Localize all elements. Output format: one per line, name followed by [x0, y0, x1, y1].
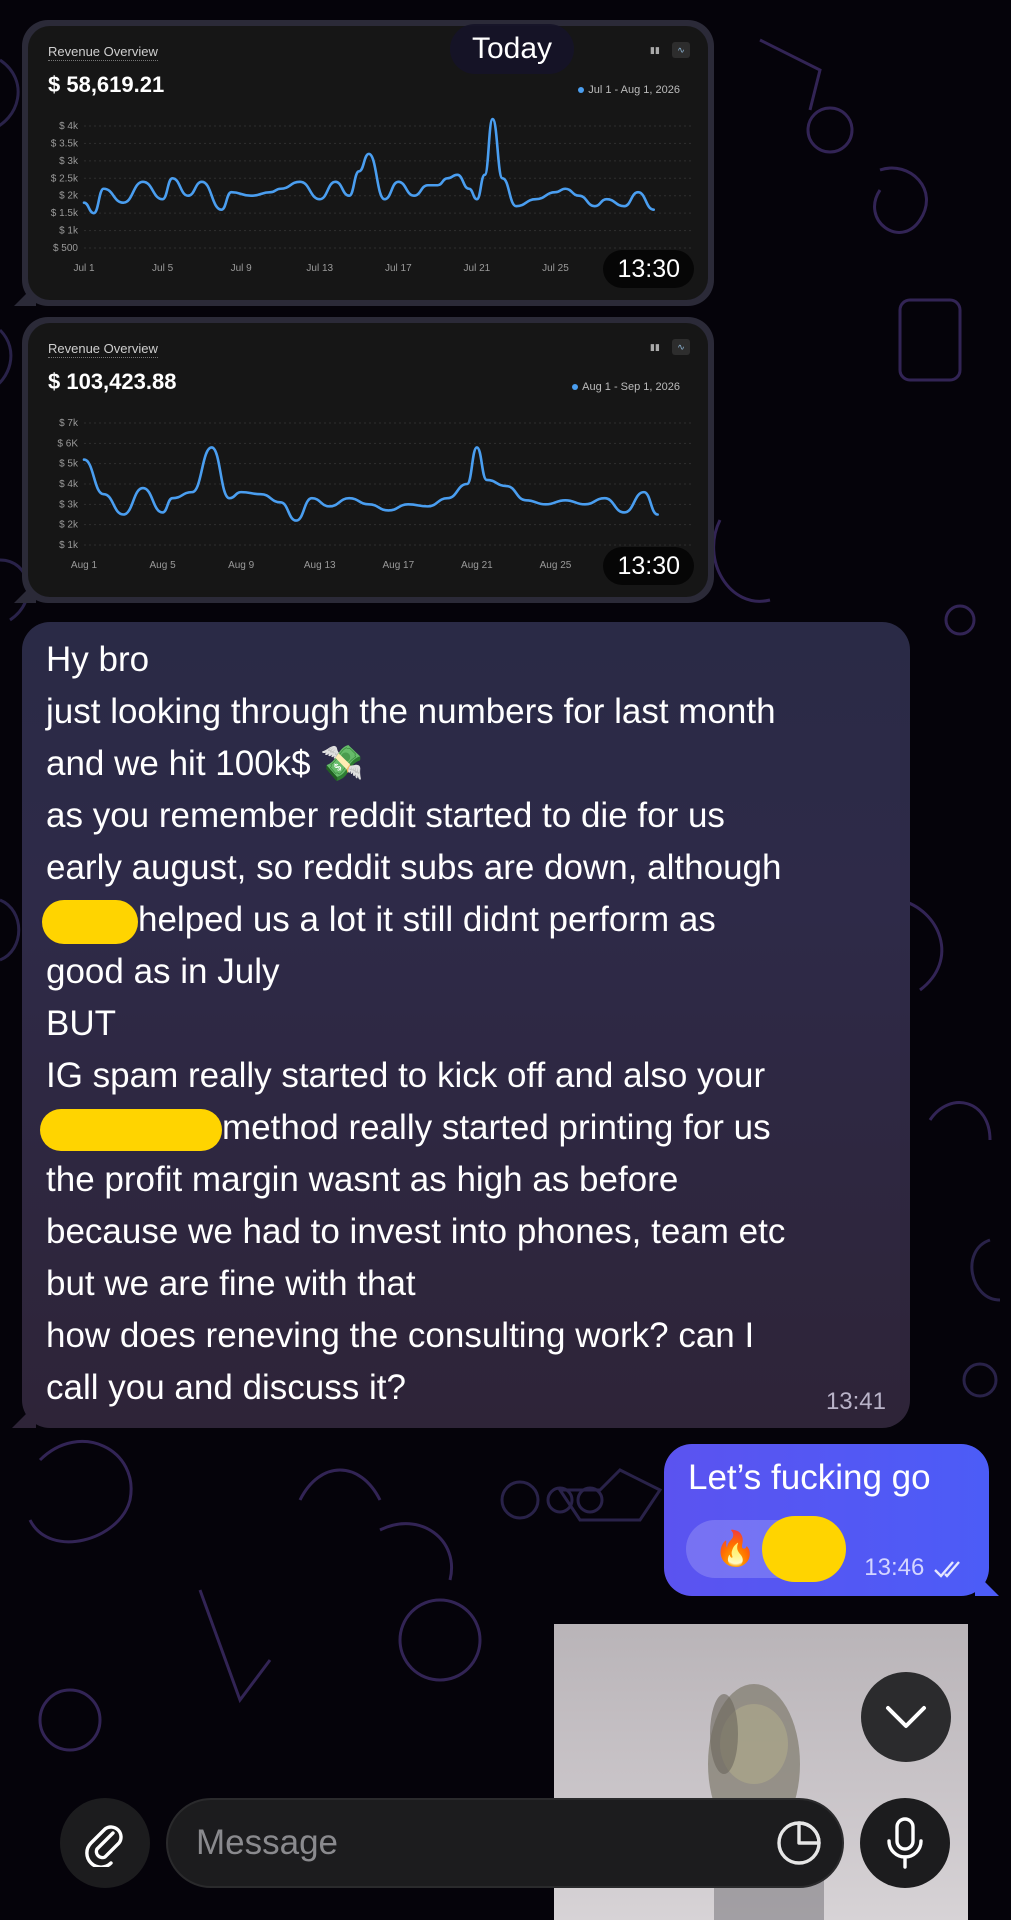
message-composer	[0, 1790, 1011, 1890]
x-tick-label: Aug 25	[540, 560, 572, 571]
x-tick-label: Aug 5	[150, 560, 177, 571]
outgoing-text-message[interactable]: Let’s fucking go 🔥 13:46	[664, 1444, 999, 1596]
date-separator: Today	[450, 24, 575, 74]
message-time: 13:41	[825, 1388, 886, 1415]
x-tick-label: Jul 21	[464, 263, 491, 274]
y-tick-label: $ 3k	[59, 499, 79, 510]
chart-image-message-july[interactable]: Revenue Overview $ 58,619.21 ▮▮ ∿ Jul 1 …	[14, 20, 714, 306]
x-tick-label: Aug 17	[382, 560, 414, 571]
chevron-down-icon	[886, 1706, 926, 1728]
x-tick-label: Jul 13	[306, 263, 333, 274]
message-line: Hy bro	[46, 640, 150, 679]
y-tick-label: $ 4k	[59, 479, 79, 490]
chart-image-message-august[interactable]: Revenue Overview $ 103,423.88 ▮▮ ∿ Aug 1…	[14, 317, 714, 603]
y-tick-label: $ 7k	[59, 418, 79, 429]
message-time: 13:30	[603, 547, 694, 585]
x-tick-label: Jul 25	[542, 263, 569, 274]
x-tick-label: Aug 13	[304, 560, 336, 571]
message-line: early august, so reddit subs are down, a…	[46, 848, 782, 887]
y-tick-label: $ 2k	[59, 520, 79, 531]
microphone-icon	[887, 1817, 923, 1869]
message-line-text: helped us a lot it still didnt perform a…	[138, 900, 716, 939]
message-status: 13:46	[864, 1554, 967, 1582]
message-line: method really started printing for us	[40, 1102, 888, 1154]
message-line-text: method really started printing for us	[222, 1108, 771, 1147]
incoming-text-message[interactable]: Hy bro just looking through the numbers …	[12, 622, 910, 1428]
message-time: 13:46	[864, 1554, 925, 1581]
y-tick-label: $ 1.5k	[51, 208, 79, 219]
y-tick-label: $ 500	[53, 243, 78, 254]
message-line: call you and discuss it?	[46, 1368, 406, 1407]
message-time: 13:30	[603, 250, 694, 288]
message-line: IG spam really started to kick off and a…	[46, 1056, 766, 1095]
x-tick-label: Jul 9	[231, 263, 253, 274]
attach-button[interactable]	[60, 1798, 150, 1888]
redaction-scribble	[40, 1108, 222, 1151]
message-body: Let’s fucking go	[688, 1458, 931, 1497]
y-tick-label: $ 2k	[59, 191, 79, 202]
message-line: because we had to invest into phones, te…	[46, 1212, 786, 1251]
x-tick-label: Aug 21	[461, 560, 493, 571]
y-tick-label: $ 2.5k	[51, 173, 79, 184]
reaction-chip[interactable]: 🔥	[686, 1516, 846, 1582]
message-line: just looking through the numbers for las…	[46, 692, 776, 731]
revenue-chart-card: Revenue Overview $ 103,423.88 ▮▮ ∿ Aug 1…	[28, 323, 708, 597]
message-line: helped us a lot it still didnt perform a…	[42, 894, 888, 946]
message-body: Hy bro just looking through the numbers …	[40, 634, 888, 1414]
redaction-scribble	[762, 1516, 846, 1582]
message-input[interactable]	[166, 1798, 844, 1888]
microphone-button[interactable]	[860, 1798, 950, 1888]
paperclip-icon	[85, 1825, 123, 1867]
message-line: good as in July	[46, 952, 280, 991]
revenue-series-line	[82, 117, 656, 215]
x-tick-label: Aug 9	[228, 560, 255, 571]
redaction-scribble	[42, 899, 138, 944]
y-tick-label: $ 5k	[59, 459, 79, 470]
y-tick-label: $ 3.5k	[51, 138, 79, 149]
y-tick-label: $ 1k	[59, 226, 79, 237]
revenue-chart-card: Revenue Overview $ 58,619.21 ▮▮ ∿ Jul 1 …	[28, 26, 708, 300]
message-line: the profit margin wasnt as high as befor…	[46, 1160, 679, 1199]
message-line: how does reneving the consulting work? c…	[46, 1316, 755, 1355]
sticker-button[interactable]	[772, 1816, 826, 1870]
message-line: BUT	[46, 1004, 116, 1043]
y-tick-label: $ 6K	[57, 438, 78, 449]
sticker-icon	[777, 1821, 821, 1865]
scroll-to-bottom-button[interactable]	[861, 1672, 951, 1762]
x-tick-label: Jul 1	[73, 263, 95, 274]
y-tick-label: $ 1k	[59, 540, 79, 551]
y-tick-label: $ 3k	[59, 156, 79, 167]
fire-emoji: 🔥	[714, 1530, 757, 1568]
message-line: as you remember reddit started to die fo…	[46, 796, 725, 835]
message-line: but we are fine with that	[46, 1264, 416, 1303]
x-tick-label: Jul 17	[385, 263, 412, 274]
double-check-icon	[934, 1560, 960, 1578]
message-line: and we hit 100k$ 💸	[46, 738, 888, 790]
message-line-text: and we hit 100k$	[46, 744, 311, 783]
x-tick-label: Jul 5	[152, 263, 174, 274]
y-tick-label: $ 4k	[59, 121, 79, 132]
money-with-wings-emoji: 💸	[320, 744, 364, 783]
x-tick-label: Aug 1	[71, 560, 98, 571]
